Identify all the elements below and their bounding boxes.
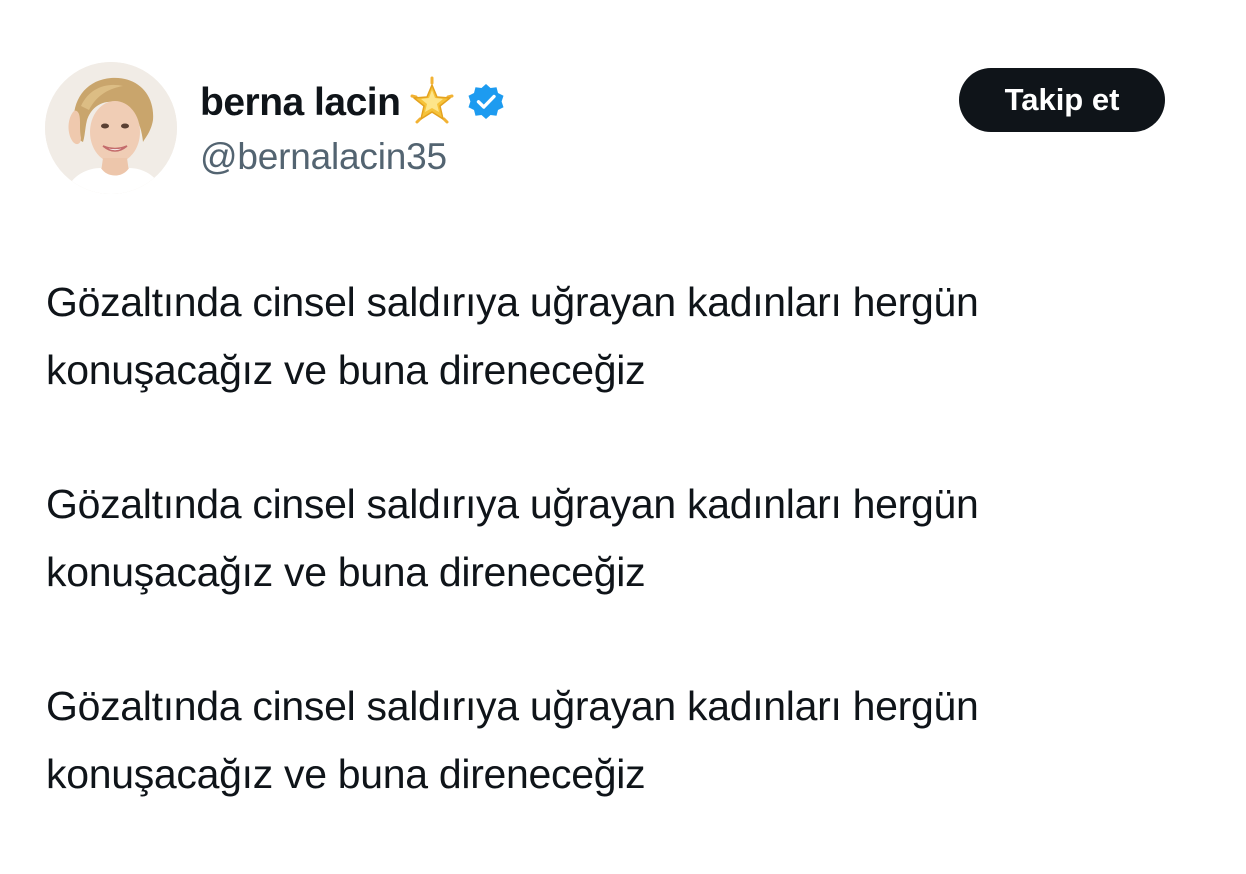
tweet-text: Gözaltında cinsel saldırıya uğrayan kadı… — [46, 268, 1206, 874]
verified-badge-icon — [466, 82, 506, 122]
glowing-star-icon — [406, 76, 458, 128]
tweet-paragraph: Gözaltında cinsel saldırıya uğrayan kadı… — [46, 470, 1206, 606]
tweet-paragraph: Gözaltında cinsel saldırıya uğrayan kadı… — [46, 268, 1206, 404]
tweet-card: berna lacin @bernalacin35 Takip et Gözal… — [0, 0, 1246, 842]
author-handle[interactable]: @bernalacin35 — [200, 138, 447, 175]
tweet-line: konuşacağız ve buna direneceğiz — [46, 751, 646, 797]
avatar[interactable] — [45, 62, 177, 194]
author-name-row: berna lacin — [200, 74, 506, 130]
avatar-photo — [45, 62, 177, 194]
tweet-paragraph: Gözaltında cinsel saldırıya uğrayan kadı… — [46, 672, 1206, 808]
tweet-line: konuşacağız ve buna direneceğiz — [46, 347, 646, 393]
follow-button[interactable]: Takip et — [959, 68, 1165, 132]
tweet-line: Gözaltında cinsel saldırıya uğrayan kadı… — [46, 683, 979, 729]
tweet-line: konuşacağız ve buna direneceğiz — [46, 549, 646, 595]
tweet-line: Gözaltında cinsel saldırıya uğrayan kadı… — [46, 279, 979, 325]
tweet-line: Gözaltında cinsel saldırıya uğrayan kadı… — [46, 481, 979, 527]
author-display-name[interactable]: berna lacin — [200, 83, 401, 122]
